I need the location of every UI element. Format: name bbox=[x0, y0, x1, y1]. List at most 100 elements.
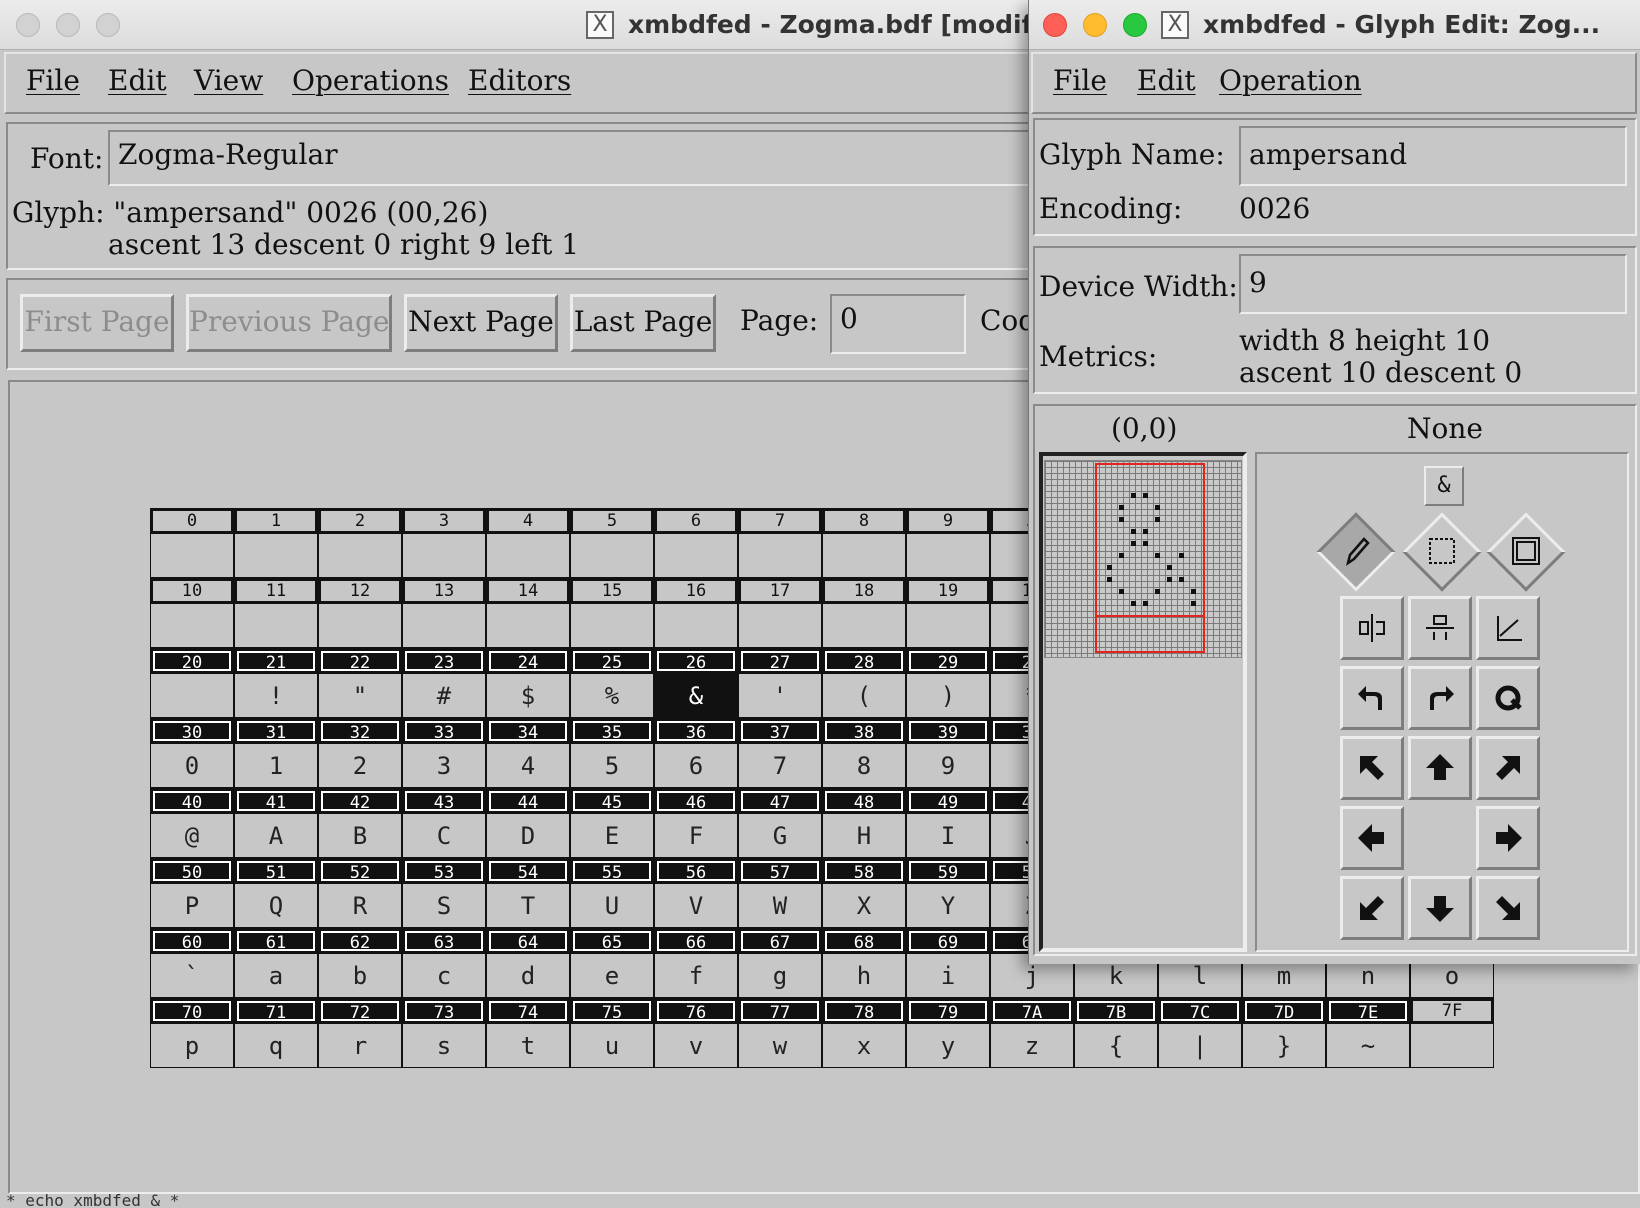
edit-minimize-button[interactable] bbox=[1083, 13, 1107, 37]
glyph-cell[interactable]: t bbox=[486, 1024, 570, 1068]
glyph-pixel[interactable] bbox=[1131, 541, 1136, 546]
glyph-cell[interactable]: ) bbox=[906, 674, 990, 718]
glyph-pixel[interactable] bbox=[1143, 529, 1148, 534]
close-button[interactable] bbox=[16, 13, 40, 37]
glyph-cell[interactable] bbox=[654, 534, 738, 578]
last-page-button[interactable]: Last Page bbox=[570, 294, 716, 352]
next-page-button[interactable]: Next Page bbox=[404, 294, 558, 352]
edit-menu-file[interactable]: File bbox=[1053, 64, 1107, 97]
glyph-pixel[interactable] bbox=[1131, 601, 1136, 606]
glyph-pixel[interactable] bbox=[1143, 601, 1148, 606]
menu-file[interactable]: File bbox=[26, 64, 80, 97]
menu-operations[interactable]: Operations bbox=[292, 64, 449, 97]
glyph-cell[interactable]: { bbox=[1074, 1024, 1158, 1068]
glyph-cell[interactable]: 5 bbox=[570, 744, 654, 788]
flip-horizontal-button[interactable] bbox=[1340, 596, 1404, 660]
glyph-cell[interactable] bbox=[906, 604, 990, 648]
glyph-pixel[interactable] bbox=[1155, 553, 1160, 558]
glyph-pixel[interactable] bbox=[1107, 577, 1112, 582]
glyph-pixel[interactable] bbox=[1155, 589, 1160, 594]
glyph-pixel[interactable] bbox=[1119, 553, 1124, 558]
menu-edit[interactable]: Edit bbox=[108, 64, 167, 97]
glyph-cell[interactable] bbox=[822, 604, 906, 648]
edit-menu-edit[interactable]: Edit bbox=[1137, 64, 1196, 97]
glyph-cell[interactable]: u bbox=[570, 1024, 654, 1068]
glyph-cell[interactable]: C bbox=[402, 814, 486, 858]
glyph-cell[interactable]: " bbox=[318, 674, 402, 718]
glyph-cell[interactable]: f bbox=[654, 954, 738, 998]
glyph-cell[interactable]: X bbox=[822, 884, 906, 928]
glyph-cell[interactable]: 1 bbox=[234, 744, 318, 788]
font-name-field[interactable]: Zogma-Regular bbox=[108, 130, 1048, 186]
zoom-button[interactable] bbox=[96, 13, 120, 37]
glyph-cell[interactable]: g bbox=[738, 954, 822, 998]
glyph-pixel[interactable] bbox=[1191, 589, 1196, 594]
glyph-pixel[interactable] bbox=[1167, 577, 1172, 582]
glyph-cell[interactable]: S bbox=[402, 884, 486, 928]
shift-up-right-button[interactable] bbox=[1476, 736, 1540, 800]
glyph-cell[interactable]: a bbox=[234, 954, 318, 998]
glyph-pixel[interactable] bbox=[1143, 493, 1148, 498]
glyph-cell[interactable]: R bbox=[318, 884, 402, 928]
glyph-pixel[interactable] bbox=[1131, 493, 1136, 498]
flip-vertical-button[interactable] bbox=[1408, 596, 1472, 660]
previous-page-button[interactable]: Previous Page bbox=[186, 294, 392, 352]
glyph-name-field[interactable]: ampersand bbox=[1239, 126, 1627, 186]
glyph-cell[interactable] bbox=[150, 674, 234, 718]
glyph-cell[interactable]: c bbox=[402, 954, 486, 998]
glyph-cell[interactable]: I bbox=[906, 814, 990, 858]
glyph-cell[interactable]: 9 bbox=[906, 744, 990, 788]
glyph-cell[interactable]: # bbox=[402, 674, 486, 718]
glyph-cell[interactable]: q bbox=[234, 1024, 318, 1068]
glyph-pixel[interactable] bbox=[1131, 529, 1136, 534]
glyph-cell[interactable]: r bbox=[318, 1024, 402, 1068]
glyph-cell[interactable]: B bbox=[318, 814, 402, 858]
glyph-pixel[interactable] bbox=[1155, 517, 1160, 522]
shift-right-button[interactable] bbox=[1476, 806, 1540, 870]
glyph-cell[interactable]: Y bbox=[906, 884, 990, 928]
glyph-cell[interactable] bbox=[570, 604, 654, 648]
glyph-cell[interactable] bbox=[486, 534, 570, 578]
glyph-pixel[interactable] bbox=[1107, 565, 1112, 570]
glyph-cell[interactable]: W bbox=[738, 884, 822, 928]
glyph-cell[interactable]: 4 bbox=[486, 744, 570, 788]
glyph-cell[interactable]: % bbox=[570, 674, 654, 718]
glyph-pixel[interactable] bbox=[1179, 577, 1184, 582]
first-page-button[interactable]: First Page bbox=[20, 294, 174, 352]
glyph-cell[interactable]: z bbox=[990, 1024, 1074, 1068]
glyph-cell[interactable]: e bbox=[570, 954, 654, 998]
edit-menu-operation[interactable]: Operation bbox=[1219, 64, 1362, 97]
device-width-field[interactable]: 9 bbox=[1239, 254, 1627, 314]
glyph-cell[interactable]: } bbox=[1242, 1024, 1326, 1068]
glyph-pixel[interactable] bbox=[1155, 505, 1160, 510]
shift-down-button[interactable] bbox=[1408, 876, 1472, 940]
glyph-cell[interactable] bbox=[906, 534, 990, 578]
glyph-cell[interactable]: G bbox=[738, 814, 822, 858]
glyph-cell[interactable]: i bbox=[906, 954, 990, 998]
shift-up-left-button[interactable] bbox=[1340, 736, 1404, 800]
glyph-cell[interactable]: A bbox=[234, 814, 318, 858]
glyph-cell[interactable]: 8 bbox=[822, 744, 906, 788]
glyph-cell[interactable] bbox=[1410, 1024, 1494, 1068]
glyph-cell[interactable]: x bbox=[822, 1024, 906, 1068]
glyph-cell[interactable]: T bbox=[486, 884, 570, 928]
rotate-right-button[interactable] bbox=[1408, 666, 1472, 730]
glyph-cell[interactable]: U bbox=[570, 884, 654, 928]
page-field[interactable]: 0 bbox=[830, 294, 966, 354]
rotate-button[interactable] bbox=[1476, 666, 1540, 730]
glyph-cell[interactable] bbox=[402, 604, 486, 648]
glyph-cell[interactable]: p bbox=[150, 1024, 234, 1068]
glyph-cell[interactable]: H bbox=[822, 814, 906, 858]
glyph-cell[interactable]: P bbox=[150, 884, 234, 928]
glyph-pixel[interactable] bbox=[1143, 541, 1148, 546]
glyph-cell[interactable]: h bbox=[822, 954, 906, 998]
glyph-cell[interactable]: 7 bbox=[738, 744, 822, 788]
glyph-cell[interactable]: ~ bbox=[1326, 1024, 1410, 1068]
rotate-left-button[interactable] bbox=[1340, 666, 1404, 730]
glyph-cell[interactable]: Q bbox=[234, 884, 318, 928]
shift-down-right-button[interactable] bbox=[1476, 876, 1540, 940]
glyph-pixel[interactable] bbox=[1119, 517, 1124, 522]
glyph-cell[interactable]: @ bbox=[150, 814, 234, 858]
glyph-pixel[interactable] bbox=[1119, 505, 1124, 510]
shift-left-button[interactable] bbox=[1340, 806, 1404, 870]
